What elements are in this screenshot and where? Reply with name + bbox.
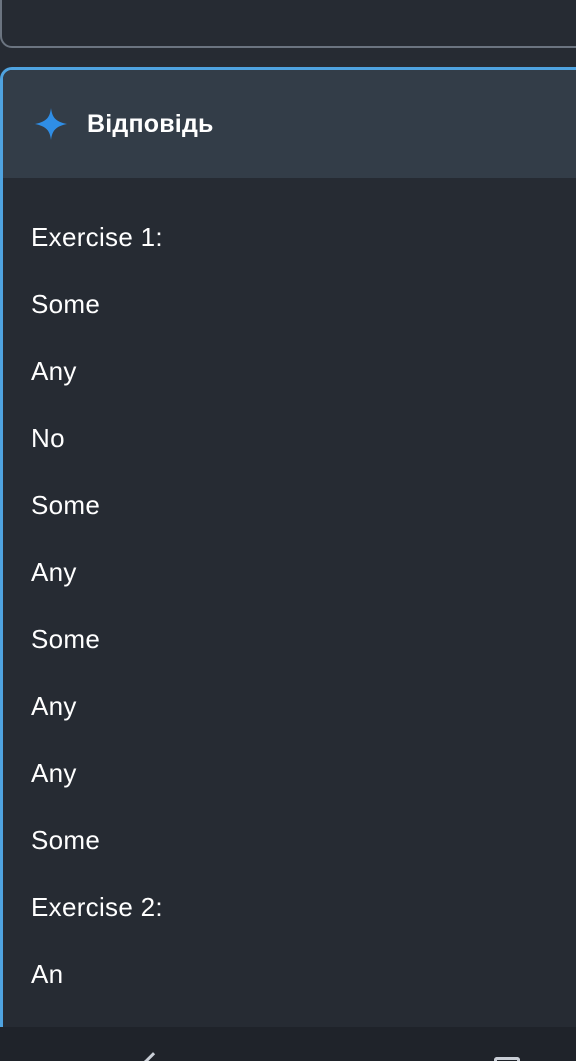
answer-line: Exercise 2: [31,892,163,922]
page: Відповідь Exercise 1: Some Any No Some A… [0,0,576,1061]
answer-body: Exercise 1: Some Any No Some Any Some An… [3,178,576,1022]
answer-card: Відповідь Exercise 1: Some Any No Some A… [0,67,576,1027]
answer-line: Any [31,356,77,386]
answer-line: Any [31,691,77,721]
answer-line: Some [31,624,101,654]
previous-card [0,0,576,48]
answer-line: No [31,423,65,453]
answer-header: Відповідь [3,70,576,178]
sparkle-icon [35,108,67,140]
answer-line: Any [31,758,77,788]
answer-title: Відповідь [87,109,214,138]
answer-line: Some [31,825,101,855]
back-icon[interactable] [143,1052,163,1061]
answer-line: Any [31,557,77,587]
answer-line: An [31,959,64,989]
answer-line: Some [31,490,101,520]
recents-icon[interactable] [494,1057,520,1061]
navigation-bar [0,1027,576,1061]
answer-line: Some [31,289,101,319]
answer-line: Exercise 1: [31,222,163,252]
